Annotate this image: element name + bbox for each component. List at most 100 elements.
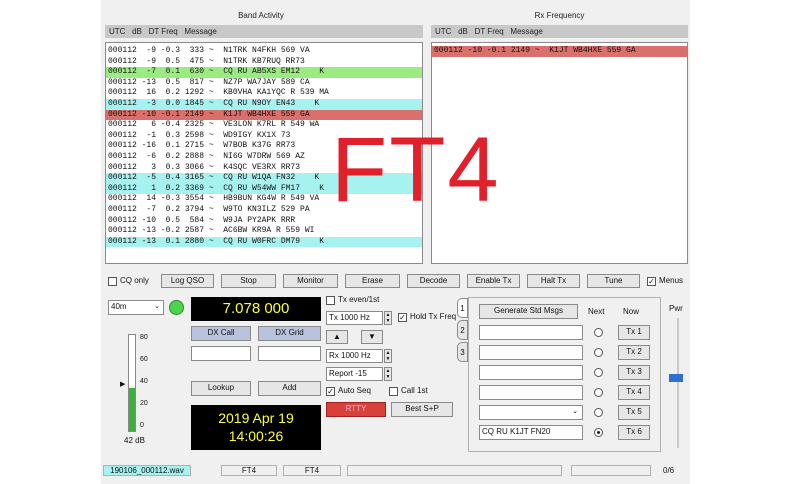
band-select[interactable]: 40m ⌄ (108, 300, 164, 315)
tx5-now-button[interactable]: Tx 5 (618, 405, 650, 420)
decode-row[interactable]: 000112 -9 -0.3 333 ~ N1TRK N4FKH 569 VA (106, 46, 422, 57)
decode-row[interactable]: 000112 -9 0.5 475 ~ N1TRK KB7RUQ RR73 (106, 57, 422, 68)
pwr-label: Pwr (669, 304, 683, 313)
meter-fill (129, 387, 135, 431)
stop-button[interactable]: Stop (221, 274, 276, 288)
meter-tick-label: 60 (140, 356, 148, 363)
tx1-next-radio[interactable] (594, 328, 603, 337)
band-activity-title: Band Activity (238, 11, 284, 20)
tx1-now-button[interactable]: Tx 1 (618, 325, 650, 340)
call-1st-label: Call 1st (401, 386, 428, 395)
tx4-next-radio[interactable] (594, 388, 603, 397)
report-spinbox[interactable]: Report -15 (326, 367, 383, 381)
tab-2[interactable]: 2 (457, 320, 468, 340)
tx3-message-input[interactable] (479, 365, 583, 380)
time-text: 14:00:26 (228, 428, 284, 444)
cq-only-checkbox[interactable] (108, 277, 117, 286)
now-column-label: Now (623, 307, 640, 316)
ft4-overlay-text: FT4 (331, 119, 501, 221)
decode-row[interactable]: 000112 -13 0.1 2880 ~ CQ RU W0FRC DM79 K (106, 236, 422, 248)
up-arrow-button[interactable]: ▲ (326, 330, 348, 344)
menus-checkbox[interactable]: ✓ (647, 277, 656, 286)
tx5-next-radio[interactable] (594, 408, 603, 417)
tx5-message-input[interactable]: ⌄ (479, 405, 583, 420)
report-spin-arrows[interactable]: ▲ ▼ (384, 367, 392, 381)
tune-button[interactable]: Tune (587, 274, 640, 288)
call-1st-checkbox[interactable] (389, 387, 398, 396)
cq-only-label: CQ only (120, 276, 149, 285)
best-sp-button[interactable]: Best S+P (391, 402, 453, 417)
meter-tick-label: 0 (140, 422, 144, 429)
rtty-button[interactable]: RTTY (326, 402, 386, 417)
down-arrow-button[interactable]: ▼ (361, 330, 383, 344)
add-button[interactable]: Add (258, 381, 321, 396)
signal-meter: 80 60 40 20 0 ▶ 42 dB (108, 330, 183, 445)
enable-tx-button[interactable]: Enable Tx (467, 274, 520, 288)
tx1-message-input[interactable] (479, 325, 583, 340)
menus-label: Menus (659, 276, 684, 285)
tx4-message-input[interactable] (479, 385, 583, 400)
status-count: 0/6 (663, 466, 675, 475)
tx-freq-spinbox[interactable]: Tx 1000 Hz (326, 311, 383, 325)
monitor-button[interactable]: Monitor (283, 274, 338, 288)
tx6-now-button[interactable]: Tx 6 (618, 425, 650, 440)
tx-even-checkbox[interactable] (326, 296, 335, 305)
tab-1[interactable]: 1 (457, 298, 468, 318)
arrow-up-icon: ▲ (333, 332, 341, 341)
status-wav-file: 190106_000112.wav (103, 465, 191, 476)
meter-track (128, 334, 136, 432)
band-value: 40m (111, 302, 127, 311)
rx-freq-spin-arrows[interactable]: ▲ ▼ (384, 349, 392, 363)
tx3-next-radio[interactable] (594, 368, 603, 377)
decode-row[interactable]: 000112 -3 0.0 1845 ~ CQ RU N9OY EN43 K (106, 98, 422, 110)
hold-tx-freq-checkbox[interactable]: ✓ (398, 313, 407, 322)
tx3-now-button[interactable]: Tx 3 (618, 365, 650, 380)
chevron-down-icon: ⌄ (154, 303, 160, 310)
decode-row[interactable]: 000112 -13 -0.2 2587 ~ AC6BW KR9A R 559 … (106, 226, 422, 237)
status-message (347, 465, 562, 476)
tx2-message-input[interactable] (479, 345, 583, 360)
auto-seq-label: Auto Seq (338, 386, 371, 395)
band-activity-columns: UTC dB DT Freq Message (105, 25, 423, 38)
pwr-slider-handle[interactable] (669, 374, 683, 382)
dx-call-input[interactable] (191, 346, 251, 361)
tx6-next-radio[interactable] (594, 428, 603, 437)
meter-peak-marker-icon: ▶ (120, 381, 126, 388)
wsjtx-window: Band Activity UTC dB DT Freq Message 000… (101, 0, 690, 484)
rx-frequency-title: Rx Frequency (534, 11, 585, 20)
next-column-label: Next (588, 307, 605, 316)
datetime-display: 2019 Apr 19 14:00:26 (191, 405, 321, 450)
tx2-next-radio[interactable] (594, 348, 603, 357)
decode-row[interactable]: 000112 -7 0.1 630 ~ CQ RU AB5XS EM12 K (106, 67, 422, 78)
decode-row[interactable]: 000112 16 0.2 1292 ~ KB0VHA KA1YQC R 539… (106, 88, 422, 99)
meter-level-label: 42 dB (124, 436, 145, 445)
generate-std-msgs-button[interactable]: Generate Std Msgs (479, 304, 578, 319)
dx-grid-input[interactable] (258, 346, 321, 361)
rx-decode-row[interactable]: 000112 -10 -0.1 2149 ~ K1JT WB4HXE 559 G… (432, 46, 687, 57)
status-mode-2: FT4 (283, 465, 341, 476)
rx-frequency-columns: UTC dB DT Freq Message (431, 25, 688, 38)
log-qso-button[interactable]: Log QSO (161, 274, 214, 288)
dx-call-label: DX Call (191, 326, 251, 341)
auto-seq-checkbox[interactable]: ✓ (326, 387, 335, 396)
lookup-button[interactable]: Lookup (191, 381, 251, 396)
status-progress (571, 465, 651, 476)
dx-grid-label: DX Grid (258, 326, 321, 341)
hold-tx-freq-label: Hold Tx Freq (410, 312, 457, 321)
status-led (169, 300, 184, 315)
rx-freq-spinbox[interactable]: Rx 1000 Hz (326, 349, 383, 363)
decode-button[interactable]: Decode (407, 274, 460, 288)
tab-3[interactable]: 3 (457, 342, 468, 362)
arrow-down-icon: ▼ (368, 332, 376, 341)
tx4-now-button[interactable]: Tx 4 (618, 385, 650, 400)
erase-button[interactable]: Erase (345, 274, 400, 288)
tx-freq-spin-arrows[interactable]: ▲ ▼ (384, 311, 392, 325)
date-text: 2019 Apr 19 (218, 410, 294, 426)
tx-even-label: Tx even/1st (338, 295, 380, 304)
halt-tx-button[interactable]: Halt Tx (527, 274, 580, 288)
chevron-down-icon: ⌄ (572, 408, 578, 415)
tx6-message-input[interactable]: CQ RU K1JT FN20 (479, 425, 583, 440)
tx2-now-button[interactable]: Tx 2 (618, 345, 650, 360)
decode-row[interactable]: 000112 -13 0.5 817 ~ NZ7P WA7JAY 589 CA (106, 78, 422, 89)
pwr-slider-track[interactable] (677, 318, 679, 448)
